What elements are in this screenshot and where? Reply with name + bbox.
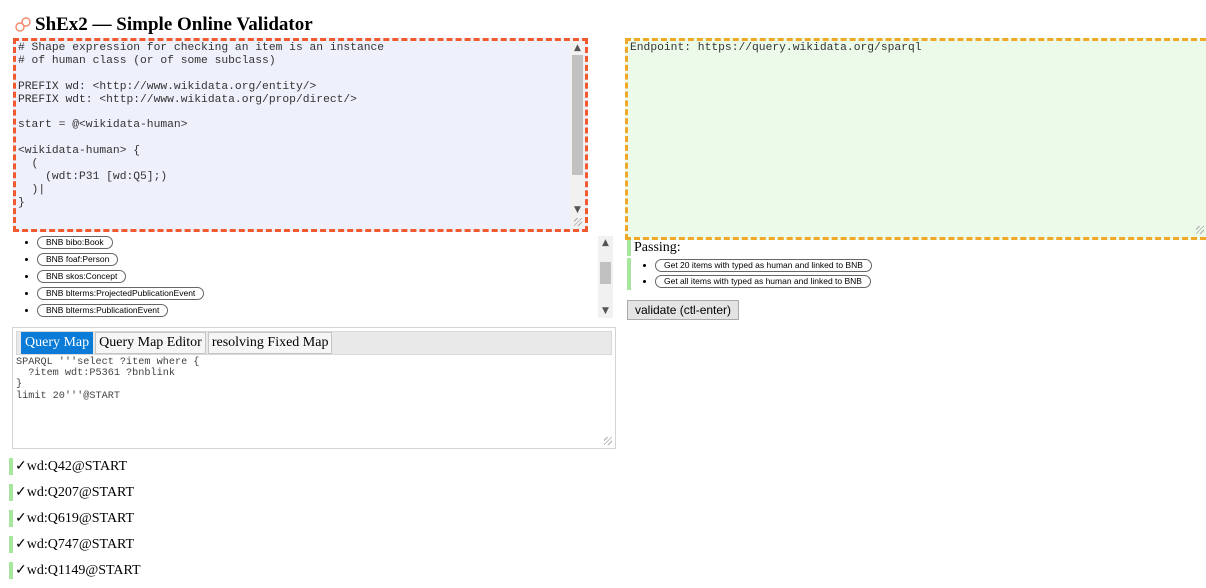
result-text: ✓wd:Q1149@START	[15, 563, 141, 578]
tab-resolving-fixed-map[interactable]: resolving Fixed Map	[207, 332, 333, 354]
manifest-item-button[interactable]: BNB foaf:Person	[37, 253, 119, 267]
resize-handle[interactable]	[604, 437, 612, 445]
page-title: ShEx2 — Simple Online Validator	[14, 14, 313, 36]
chevron-down-icon[interactable]: ▼	[598, 304, 613, 318]
chevron-up-icon[interactable]: ▲	[598, 236, 613, 250]
manifest-item: BNB blterms:PublicationEvent	[37, 302, 615, 319]
schema-text[interactable]: # Shape expression for checking an item …	[16, 41, 585, 210]
manifest-item: BNB blterms:ProjectedPublicationEvent	[37, 285, 615, 302]
result-text: ✓wd:Q747@START	[15, 537, 135, 552]
results-list: ✓wd:Q42@START ✓wd:Q207@START ✓wd:Q619@STAR…	[9, 458, 141, 588]
tab-query-map[interactable]: Query Map	[21, 332, 94, 354]
result-text: ✓wd:Q619@START	[15, 511, 135, 526]
pass-indicator	[9, 484, 13, 501]
result-row: ✓wd:Q42@START	[9, 458, 141, 484]
manifest-item: BNB bibo:Book	[37, 234, 615, 251]
data-text[interactable]: Endpoint: https://query.wikidata.org/spa…	[628, 41, 1206, 55]
pass-indicator	[9, 510, 13, 527]
passing-label: Passing:	[627, 240, 927, 256]
passing-section: Passing: Get 20 items with typed as huma…	[627, 240, 927, 290]
data-editor[interactable]: Endpoint: https://query.wikidata.org/spa…	[625, 38, 1206, 240]
resize-handle[interactable]	[574, 218, 582, 226]
manifest-item-button[interactable]: BNB blterms:PublicationEvent	[37, 304, 169, 318]
manifest-item-button[interactable]: BNB blterms:ProjectedPublicationEvent	[37, 287, 205, 301]
tab-query-map-editor[interactable]: Query Map Editor	[95, 332, 206, 354]
manifest-scrollbar[interactable]: ▲ ▼	[598, 236, 613, 318]
pass-indicator	[9, 458, 13, 475]
shex-logo-icon	[15, 17, 31, 32]
schema-editor[interactable]: # Shape expression for checking an item …	[13, 38, 588, 232]
pass-indicator	[9, 536, 13, 553]
query-map-tabs: Query Map Query Map Editor resolving Fixed…	[16, 331, 612, 355]
manifest-item-button[interactable]: BNB skos:Concept	[37, 270, 127, 284]
result-row: ✓wd:Q207@START	[9, 484, 141, 510]
manifest-list: BNB bibo:Book BNB foaf:Person BNB skos:Con…	[13, 234, 615, 320]
manifest-item: BNB foaf:Person	[37, 251, 615, 268]
chevron-down-icon[interactable]: ▼	[570, 203, 585, 217]
schema-scrollbar[interactable]: ▲ ▼	[570, 41, 585, 229]
result-text: ✓wd:Q207@START	[15, 485, 135, 500]
result-text: ✓wd:Q42@START	[15, 459, 128, 474]
passing-item: Get all items with typed as human and li…	[655, 274, 927, 290]
result-row: ✓wd:Q747@START	[9, 536, 141, 562]
result-row: ✓wd:Q1149@START	[9, 562, 141, 588]
manifest-item-button[interactable]: BNB bibo:Book	[37, 236, 113, 250]
schema-scroll-thumb[interactable]	[572, 55, 583, 175]
passing-item-button[interactable]: Get 20 items with typed as human and lin…	[655, 259, 872, 273]
query-map-panel: Query Map Query Map Editor resolving Fixed…	[12, 327, 616, 449]
manifest-item: BNB skos:Concept	[37, 268, 615, 285]
manifest-scroll-thumb[interactable]	[600, 262, 611, 284]
result-row: ✓wd:Q619@START	[9, 510, 141, 536]
validate-button[interactable]: validate (ctl-enter)	[627, 300, 740, 320]
chevron-up-icon[interactable]: ▲	[570, 41, 585, 55]
pass-indicator	[9, 562, 13, 579]
passing-item: Get 20 items with typed as human and lin…	[655, 258, 927, 274]
passing-item-button[interactable]: Get all items with typed as human and li…	[655, 275, 871, 289]
title-text: ShEx2 — Simple Online Validator	[35, 14, 313, 35]
resize-handle[interactable]	[1196, 226, 1204, 234]
query-map-text[interactable]: SPARQL '''select ?item where { ?item wdt…	[16, 357, 615, 402]
